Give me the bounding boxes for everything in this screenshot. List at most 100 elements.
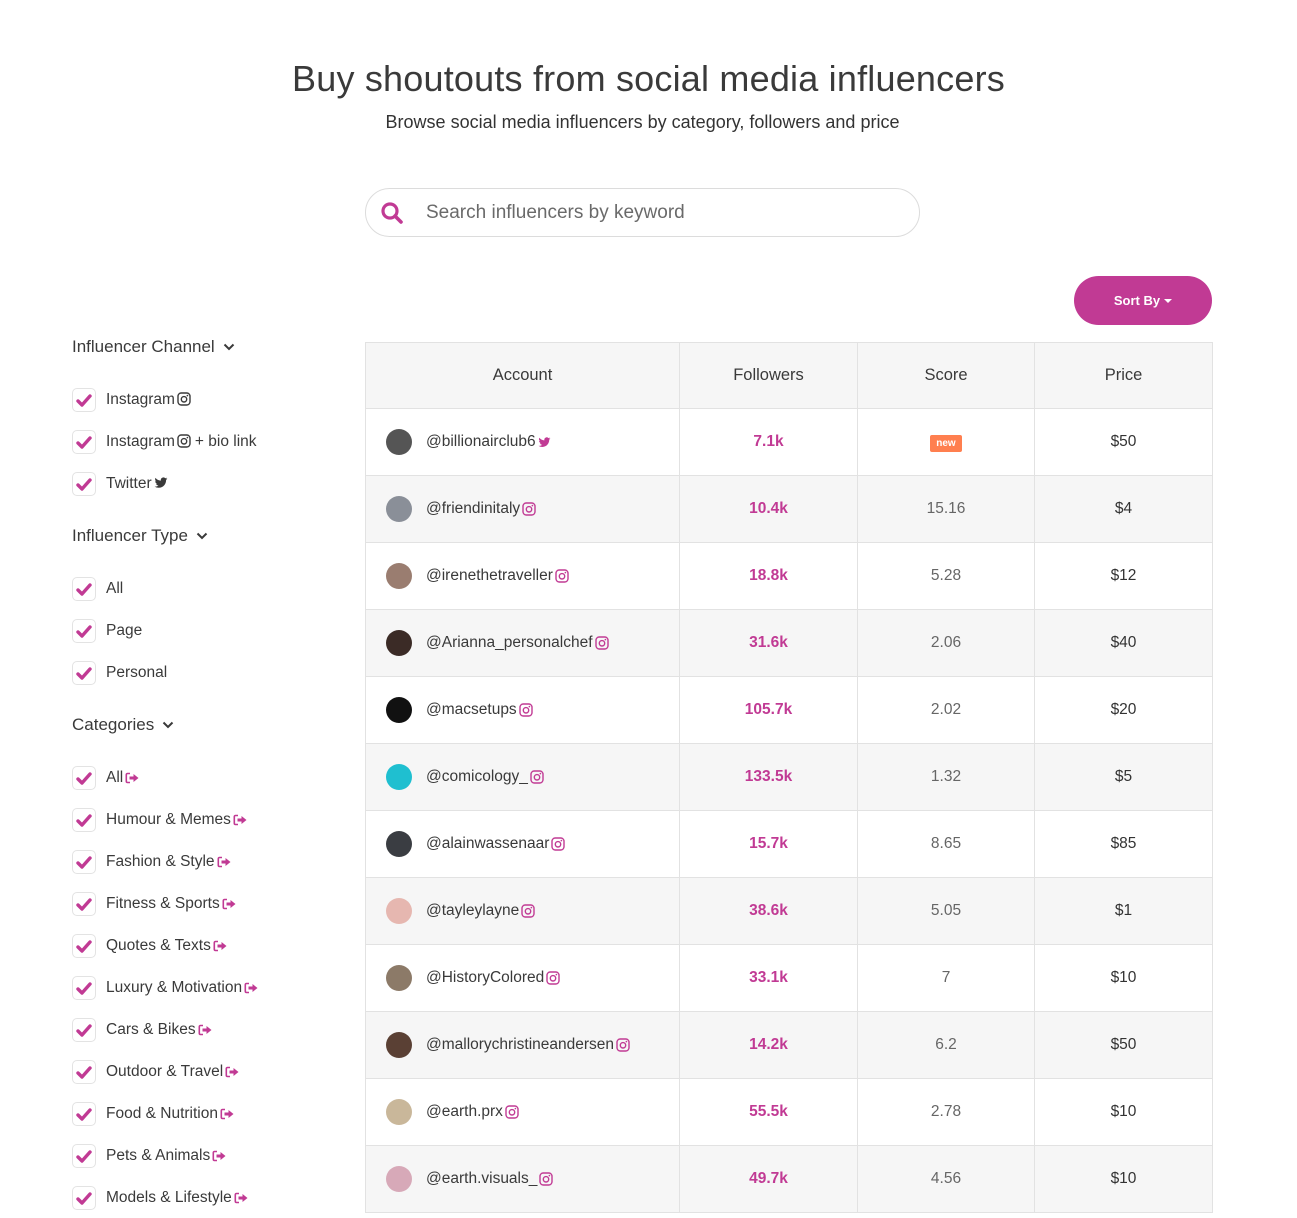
filter-checkbox-type-2[interactable]: Personal	[72, 661, 167, 685]
filter-checkbox-categories-4[interactable]: Quotes & Texts	[72, 934, 227, 958]
external-link-icon[interactable]	[222, 898, 236, 910]
external-link-icon[interactable]	[225, 1066, 239, 1078]
avatar[interactable]	[386, 1099, 412, 1125]
checkbox[interactable]	[72, 388, 96, 412]
avatar[interactable]	[386, 965, 412, 991]
checkbox[interactable]	[72, 1018, 96, 1042]
account-handle[interactable]: @comicology_	[426, 768, 528, 786]
external-link-icon[interactable]	[198, 1024, 212, 1036]
avatar[interactable]	[386, 630, 412, 656]
account-handle[interactable]: @friendinitaly	[426, 500, 520, 518]
column-header-score[interactable]: Score	[857, 342, 1035, 409]
external-link-icon[interactable]	[220, 1108, 234, 1120]
account-handle[interactable]: @HistoryColored	[426, 969, 544, 987]
search-bar[interactable]	[365, 188, 920, 237]
avatar[interactable]	[386, 563, 412, 589]
account-handle[interactable]: @billionairclub6	[426, 433, 536, 451]
price-cell: $40	[1034, 609, 1213, 677]
avatar[interactable]	[386, 496, 412, 522]
filter-checkbox-categories-1[interactable]: Humour & Memes	[72, 808, 247, 832]
filter-checkbox-categories-5[interactable]: Luxury & Motivation	[72, 976, 258, 1000]
external-link-icon[interactable]	[217, 856, 231, 868]
table-row[interactable]: @mallorychristineandersen 14.2k 6.2 $50	[365, 1011, 1213, 1079]
section-header-influencer-channel[interactable]: Influencer Channel	[72, 337, 235, 357]
column-header-account[interactable]: Account	[365, 342, 680, 409]
external-link-icon[interactable]	[213, 940, 227, 952]
filter-checkbox-categories-3[interactable]: Fitness & Sports	[72, 892, 236, 916]
external-link-icon[interactable]	[212, 1150, 226, 1162]
column-header-followers[interactable]: Followers	[679, 342, 858, 409]
section-header-categories[interactable]: Categories	[72, 715, 174, 735]
avatar[interactable]	[386, 429, 412, 455]
account-handle[interactable]: @earth.visuals_	[426, 1170, 537, 1188]
account-handle[interactable]: @macsetups	[426, 701, 517, 719]
price-cell: $50	[1034, 1011, 1213, 1079]
filter-checkbox-categories-7[interactable]: Outdoor & Travel	[72, 1060, 239, 1084]
filter-checkbox-categories-9[interactable]: Pets & Animals	[72, 1144, 226, 1168]
avatar[interactable]	[386, 697, 412, 723]
account-handle[interactable]: @mallorychristineandersen	[426, 1036, 614, 1054]
price-value: $50	[1110, 433, 1137, 450]
account-handle[interactable]: @alainwassenaar	[426, 835, 549, 853]
avatar[interactable]	[386, 1166, 412, 1192]
label-text: Models & Lifestyle	[106, 1189, 232, 1206]
filter-checkbox-categories-0[interactable]: All	[72, 766, 139, 790]
search-input[interactable]	[426, 201, 866, 224]
filter-checkbox-categories-8[interactable]: Food & Nutrition	[72, 1102, 234, 1126]
instagram-icon	[177, 434, 191, 448]
filter-checkbox-channel-1[interactable]: Instagram + bio link	[72, 430, 257, 454]
checkbox[interactable]	[72, 892, 96, 916]
table-row[interactable]: @tayleylayne 38.6k 5.05 $1	[365, 877, 1213, 945]
checkbox[interactable]	[72, 766, 96, 790]
checkbox[interactable]	[72, 472, 96, 496]
checkbox[interactable]	[72, 619, 96, 643]
section-header-influencer-type[interactable]: Influencer Type	[72, 526, 208, 546]
table-row[interactable]: @Arianna_personalchef 31.6k 2.06 $40	[365, 609, 1213, 677]
checkbox[interactable]	[72, 808, 96, 832]
table-row[interactable]: @alainwassenaar 15.7k 8.65 $85	[365, 810, 1213, 878]
table-row[interactable]: @earth.prx 55.5k 2.78 $10	[365, 1078, 1213, 1146]
new-badge: new	[930, 434, 962, 452]
checkbox[interactable]	[72, 934, 96, 958]
account-handle[interactable]: @Arianna_personalchef	[426, 634, 593, 652]
filter-checkbox-categories-10[interactable]: Models & Lifestyle	[72, 1186, 248, 1210]
table-row[interactable]: @comicology_ 133.5k 1.32 $5	[365, 743, 1213, 811]
checkbox[interactable]	[72, 1186, 96, 1210]
filter-checkbox-type-0[interactable]: All	[72, 577, 123, 601]
account-cell: @billionairclub6	[365, 408, 680, 476]
checkbox[interactable]	[72, 1102, 96, 1126]
external-link-icon[interactable]	[233, 814, 247, 826]
table-row[interactable]: @billionairclub6 7.1k new $50	[365, 408, 1213, 476]
account-handle[interactable]: @earth.prx	[426, 1103, 503, 1121]
external-link-icon[interactable]	[125, 772, 139, 784]
account-handle[interactable]: @tayleylayne	[426, 902, 519, 920]
table-row[interactable]: @macsetups 105.7k 2.02 $20	[365, 676, 1213, 744]
sort-by-button[interactable]: Sort By	[1074, 276, 1212, 325]
account-handle[interactable]: @irenethetraveller	[426, 567, 553, 585]
table-row[interactable]: @friendinitaly 10.4k 15.16 $4	[365, 475, 1213, 543]
search-icon[interactable]	[380, 201, 404, 225]
checkbox[interactable]	[72, 1144, 96, 1168]
avatar[interactable]	[386, 1032, 412, 1058]
checkbox[interactable]	[72, 577, 96, 601]
filter-checkbox-categories-6[interactable]: Cars & Bikes	[72, 1018, 212, 1042]
external-link-icon[interactable]	[234, 1192, 248, 1204]
checkbox[interactable]	[72, 976, 96, 1000]
filter-checkbox-channel-2[interactable]: Twitter	[72, 472, 168, 496]
external-link-icon[interactable]	[244, 982, 258, 994]
filter-checkbox-channel-0[interactable]: Instagram	[72, 388, 191, 412]
table-row[interactable]: @HistoryColored 33.1k 7 $10	[365, 944, 1213, 1012]
checkbox[interactable]	[72, 1060, 96, 1084]
avatar[interactable]	[386, 898, 412, 924]
checkbox[interactable]	[72, 661, 96, 685]
avatar[interactable]	[386, 831, 412, 857]
checkbox[interactable]	[72, 850, 96, 874]
filter-checkbox-type-1[interactable]: Page	[72, 619, 142, 643]
filter-checkbox-categories-2[interactable]: Fashion & Style	[72, 850, 231, 874]
checkmark-icon	[76, 666, 92, 680]
avatar[interactable]	[386, 764, 412, 790]
table-row[interactable]: @earth.visuals_ 49.7k 4.56 $10	[365, 1145, 1213, 1213]
table-row[interactable]: @irenethetraveller 18.8k 5.28 $12	[365, 542, 1213, 610]
checkbox[interactable]	[72, 430, 96, 454]
column-header-price[interactable]: Price	[1034, 342, 1213, 409]
